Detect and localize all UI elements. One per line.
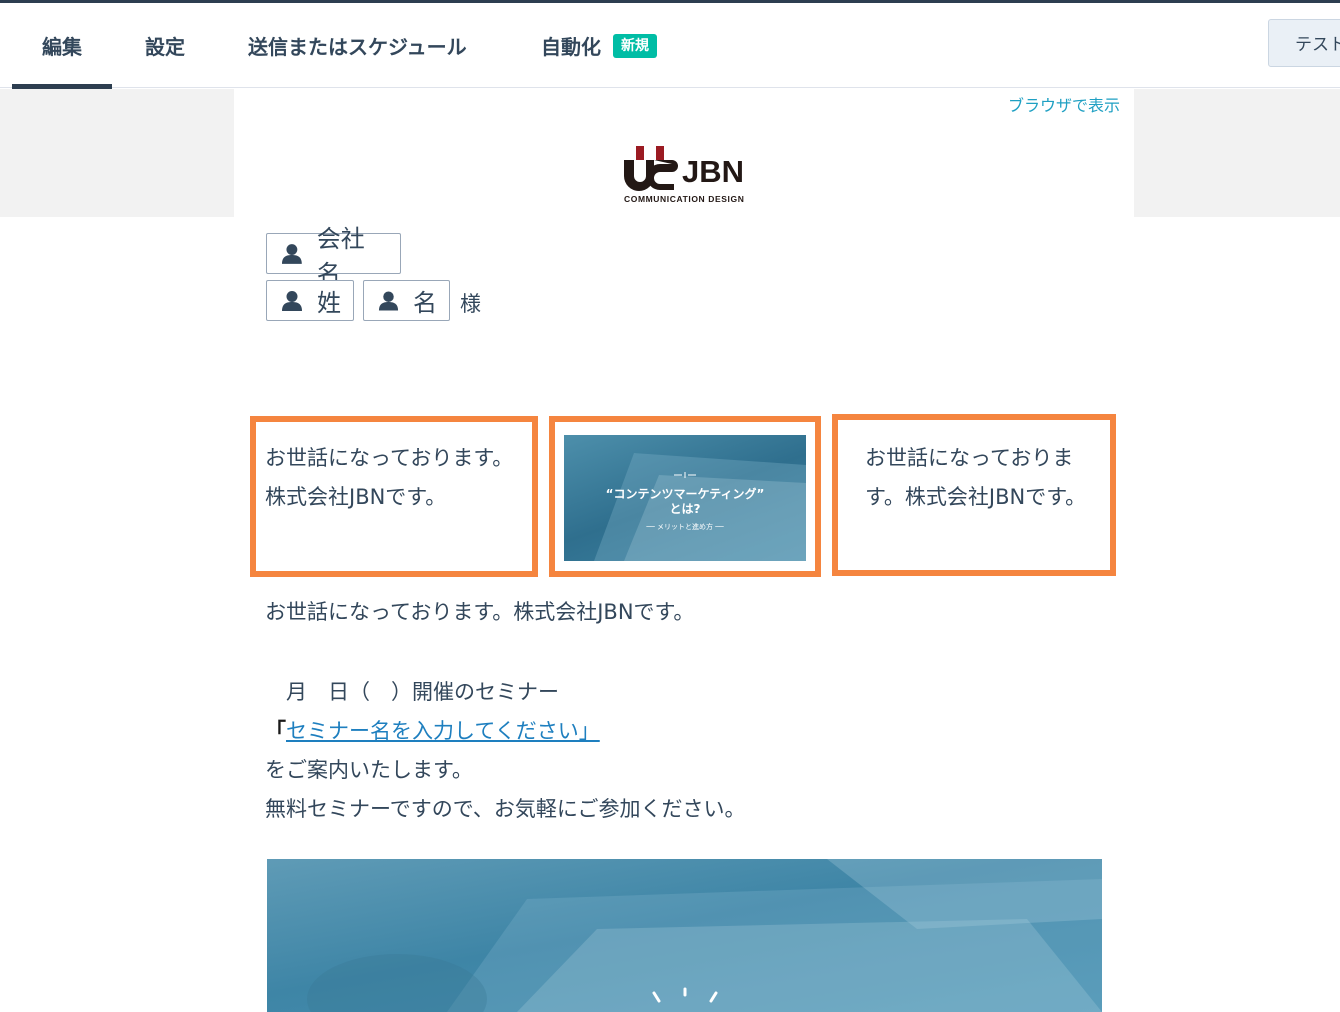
tab-edit[interactable]: 編集 xyxy=(12,3,112,89)
body-invite-line: をご案内いたします。 xyxy=(265,758,473,782)
body-free-seminar-line: 無料セミナーですので、お気軽にご参加ください。 xyxy=(265,797,746,821)
person-icon xyxy=(281,243,302,264)
editor-tab-bar: 編集 設定 送信またはスケジュール 自動化 新規 テスト xyxy=(0,3,1340,89)
content-marketing-thumbnail: “コンテンツマーケティング” とは? ── メリットと進め方 ── xyxy=(564,435,806,561)
view-in-browser-link[interactable]: ブラウザで表示 xyxy=(1008,92,1120,116)
module-right-text: お世話になっております。株式会社JBNです。 xyxy=(865,446,1087,509)
body-greeting: お世話になっております。株式会社JBNです。 xyxy=(265,600,695,624)
person-icon xyxy=(282,290,302,311)
test-button[interactable]: テスト xyxy=(1268,19,1340,67)
logo-brand-text: JBN xyxy=(682,154,745,189)
tab-settings-label: 設定 xyxy=(145,35,185,59)
logo-tagline: COMMUNICATION DESIGN xyxy=(624,194,745,204)
new-badge: 新規 xyxy=(613,33,657,58)
tab-edit-label: 編集 xyxy=(42,35,82,59)
token-last-name-label: 姓 xyxy=(317,289,341,317)
text-module-right[interactable]: お世話になっております。株式会社JBNです。 xyxy=(832,414,1116,576)
person-icon xyxy=(378,290,399,311)
image-module-center[interactable]: “コンテンツマーケティング” とは? ── メリットと進め方 ── xyxy=(549,416,821,577)
jbn-logo[interactable]: JBN COMMUNICATION DESIGN xyxy=(622,146,752,206)
honorific-text: 様 xyxy=(460,292,481,316)
text-module-left[interactable]: お世話になっております。株式会社JBNです。 xyxy=(250,416,538,577)
thumbnail-subtitle: ── メリットと進め方 ── xyxy=(646,523,724,531)
personalization-token-last-name[interactable]: 姓 xyxy=(266,280,354,321)
seminar-name-link[interactable]: セミナー名を入力してください」 xyxy=(286,719,600,743)
open-bracket: 「 xyxy=(265,719,286,743)
module-left-text: お世話になっております。株式会社JBNです。 xyxy=(265,446,514,509)
thumbnail-title-line1: “コンテンツマーケティング” xyxy=(605,487,765,501)
personalization-token-company[interactable]: 会社名 xyxy=(266,225,401,288)
body-seminar-name-line: 「セミナー名を入力してください」 xyxy=(265,715,600,745)
tab-automation-label: 自動化 xyxy=(541,35,601,59)
thumbnail-title-line2: とは? xyxy=(669,502,701,516)
tab-automation[interactable]: 自動化 新規 xyxy=(541,3,657,88)
tab-send-label: 送信またはスケジュール xyxy=(248,35,467,59)
personalization-token-first-name[interactable]: 名 xyxy=(363,280,450,321)
token-first-name-label: 名 xyxy=(413,289,437,317)
thumbnail-title: “コンテンツマーケティング” とは? xyxy=(564,487,806,517)
hero-tablet-illustration xyxy=(307,859,1102,1012)
token-company-label: 会社名 xyxy=(316,224,365,288)
tab-settings[interactable]: 設定 xyxy=(145,3,185,88)
jbn-logo-mark-icon xyxy=(624,146,678,191)
hero-image[interactable] xyxy=(267,859,1102,1012)
tab-send-or-schedule[interactable]: 送信またはスケジュール xyxy=(248,3,467,88)
body-seminar-date: 月 日（ ）開催のセミナー xyxy=(265,680,559,704)
